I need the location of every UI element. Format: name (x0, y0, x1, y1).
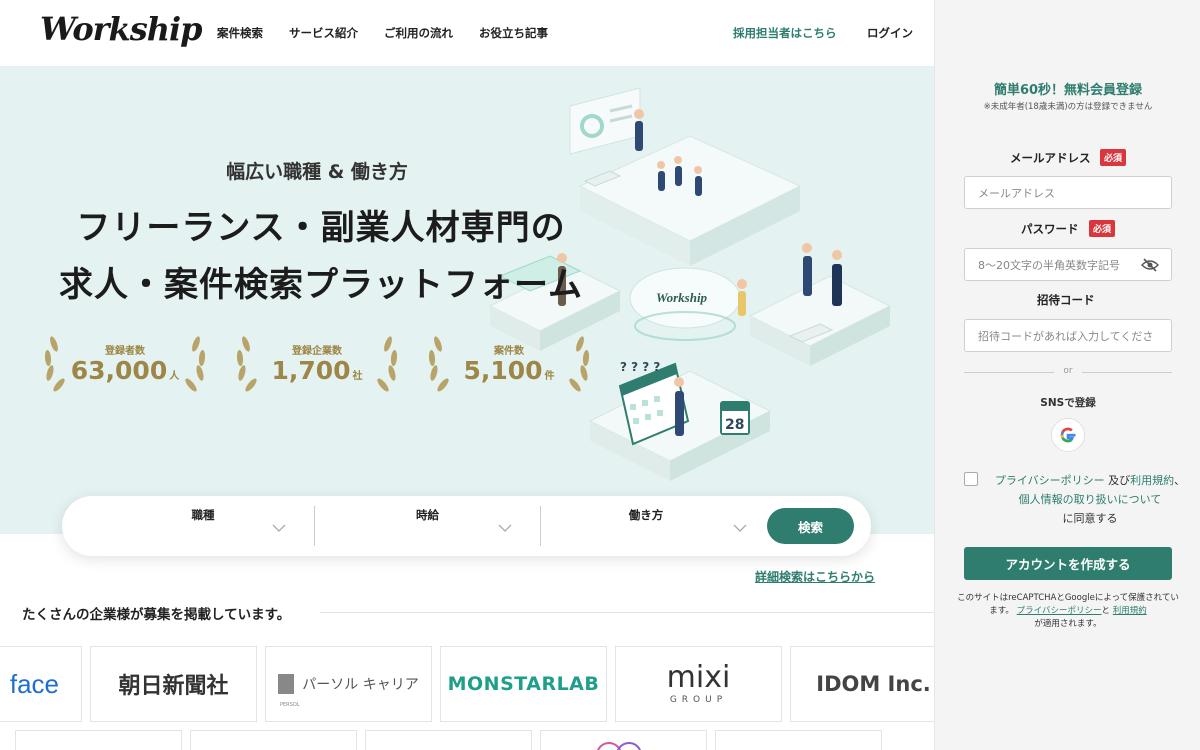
google-icon (1060, 427, 1076, 443)
illustration-sign: Workship (656, 290, 708, 305)
calendar-day: 28 (725, 417, 744, 433)
stat-unit: 件 (544, 371, 555, 382)
search-button[interactable]: 検索 (767, 508, 854, 544)
password-field[interactable]: 8〜20文字の半角英数字記号 (964, 248, 1172, 281)
logo-text-idom: IDOM Inc. (816, 672, 931, 696)
stat-value: 1,700 社 (232, 356, 402, 385)
hero-section: Workship ? ? ? ? 28 幅広い職種 & 働き方 フリーランス・副… (0, 66, 934, 534)
create-account-button[interactable]: アカウントを作成する (964, 547, 1172, 580)
recaptcha-privacy-link[interactable]: プライバシーポリシー (1017, 606, 1102, 616)
password-placeholder: 8〜20文字の半角英数字記号 (978, 258, 1120, 272)
stat-label: 登録者数 (105, 346, 145, 357)
stat-label: 登録企業数 (292, 346, 342, 357)
hero-title-line-2: 求人・案件検索プラットフォーム (59, 265, 583, 305)
stat-value: 63,000 人 (40, 356, 210, 385)
privacy-policy-link[interactable]: プライバシーポリシー (995, 474, 1105, 487)
advanced-search-link[interactable]: 詳細検索はこちらから (755, 568, 875, 585)
stat-number: 63,000 (70, 356, 168, 385)
stat-registered-companies: 登録企業数 1,700 社 (232, 330, 402, 396)
agree-checkbox[interactable] (964, 472, 978, 486)
agree-text: プライバシーポリシー 及び利用規約、 個人情報の取り扱いについて に同意する (979, 471, 1200, 528)
signup-title: 簡単60秒！無料会員登録 (993, 83, 1143, 98)
sns-signup-label: SNSで登録 (1040, 397, 1096, 409)
google-signup-button[interactable] (1051, 418, 1085, 452)
work-style-label: 働き方 (628, 508, 664, 522)
email-label: メールアドレス (1010, 151, 1091, 165)
svg-text:? ? ? ?: ? ? ? ? (620, 360, 660, 374)
nav-job-search[interactable]: 案件検索 (217, 25, 263, 41)
company-logo-card[interactable] (15, 730, 182, 750)
logo-text-persol-small: PERSOL (280, 702, 300, 708)
hero-title: フリーランス・副業人材専門の 求人・案件検索プラットフォーム (36, 200, 606, 314)
persol-mark-icon (278, 674, 295, 694)
logo-text-mixi: mixi (666, 660, 731, 695)
hero-title-line-1: フリーランス・副業人材専門の (76, 208, 566, 248)
hourly-rate-label: 時給 (416, 508, 439, 522)
work-style-select[interactable]: 働き方 (541, 496, 751, 556)
company-logo-graphic (597, 742, 641, 750)
recaptcha-notice: このサイトはreCAPTCHAとGoogleによって保護されています。 プライバ… (953, 592, 1183, 631)
signup-age-note: ※未成年者(18歳未満)の方は登録できません (983, 102, 1153, 112)
company-logo-persol[interactable]: パーソル キャリア PERSOL (265, 646, 432, 722)
companies-heading: たくさんの企業様が募集を掲載しています。 (22, 607, 291, 623)
stat-value: 5,100 件 (424, 356, 594, 385)
stat-label: 案件数 (494, 346, 524, 357)
stat-unit: 社 (352, 371, 363, 382)
logo-text-monstarlab: MONSTARLAB (447, 673, 600, 695)
password-label: パスワード (1021, 222, 1079, 236)
or-line (1082, 372, 1172, 373)
company-logo-card[interactable] (540, 730, 707, 750)
or-divider: or (964, 366, 1172, 380)
eye-off-icon[interactable] (1141, 258, 1159, 272)
logo-text-asahi: 朝日新聞社 (118, 673, 229, 699)
email-field[interactable]: メールアドレス (964, 176, 1172, 209)
chevron-down-icon (272, 524, 286, 532)
logo-text-persol: パーソル キャリア (302, 677, 419, 693)
workship-logo[interactable]: Workship (40, 10, 203, 48)
recaptcha-terms-link[interactable]: 利用規約 (1113, 606, 1147, 616)
chevron-down-icon (498, 524, 512, 532)
required-badge: 必須 (1100, 149, 1127, 166)
company-logo-mixi[interactable]: mixi GROUP (615, 646, 782, 722)
stat-number: 5,100 (463, 356, 543, 385)
stat-registered-users: 登録者数 63,000 人 (40, 330, 210, 396)
company-logo-idom[interactable]: IDOM Inc. (790, 646, 957, 722)
invite-code-label: 招待コード (1037, 293, 1095, 307)
company-logo-asahi[interactable]: 朝日新聞社 (90, 646, 257, 722)
job-search-bar: 職種 時給 働き方 検索 (62, 496, 871, 556)
main-nav: 案件検索 サービス紹介 ご利用の流れ お役立ち記事 (217, 25, 574, 41)
login-link[interactable]: ログイン (867, 25, 913, 41)
stat-number: 1,700 (271, 356, 351, 385)
company-logo-card[interactable] (365, 730, 532, 750)
recaptcha-suffix: が適用されます。 (1034, 619, 1102, 629)
agree-comma: 、 (1174, 474, 1186, 487)
terms-link[interactable]: 利用規約 (1130, 474, 1174, 487)
company-logo-face[interactable]: face (0, 646, 82, 722)
signup-panel: 簡単60秒！無料会員登録 ※未成年者(18歳未満)の方は登録できません メールア… (934, 0, 1200, 750)
stat-listings: 案件数 5,100 件 (424, 330, 594, 396)
company-logo-card[interactable] (715, 730, 882, 750)
nav-articles[interactable]: お役立ち記事 (479, 25, 548, 41)
recaptcha-and: と (1101, 606, 1110, 616)
or-text: or (1063, 366, 1073, 376)
section-divider (320, 612, 934, 613)
required-badge: 必須 (1089, 220, 1116, 237)
nav-service-intro[interactable]: サービス紹介 (289, 25, 358, 41)
stat-unit: 人 (169, 371, 180, 382)
personal-info-link[interactable]: 個人情報の取り扱いについて (1019, 493, 1162, 506)
logo-text-face: face (9, 668, 59, 699)
logo-text-mixi-group: GROUP (669, 695, 728, 705)
hourly-rate-select[interactable]: 時給 (315, 496, 540, 556)
chevron-down-icon (733, 524, 747, 532)
agree-and: 及び (1108, 474, 1131, 487)
company-logo-card[interactable] (190, 730, 357, 750)
job-type-select[interactable]: 職種 (92, 496, 314, 556)
job-type-label: 職種 (191, 508, 215, 522)
recruiter-link[interactable]: 採用担当者はこちら (733, 25, 837, 41)
nav-usage-flow[interactable]: ご利用の流れ (384, 25, 453, 41)
invite-code-field[interactable]: 招待コードがあれば入力してくださ (964, 319, 1172, 352)
agree-suffix: に同意する (1062, 512, 1118, 525)
company-logo-monstarlab[interactable]: MONSTARLAB (440, 646, 607, 722)
site-header: Workship 案件検索 サービス紹介 ご利用の流れ お役立ち記事 採用担当者… (0, 0, 934, 66)
